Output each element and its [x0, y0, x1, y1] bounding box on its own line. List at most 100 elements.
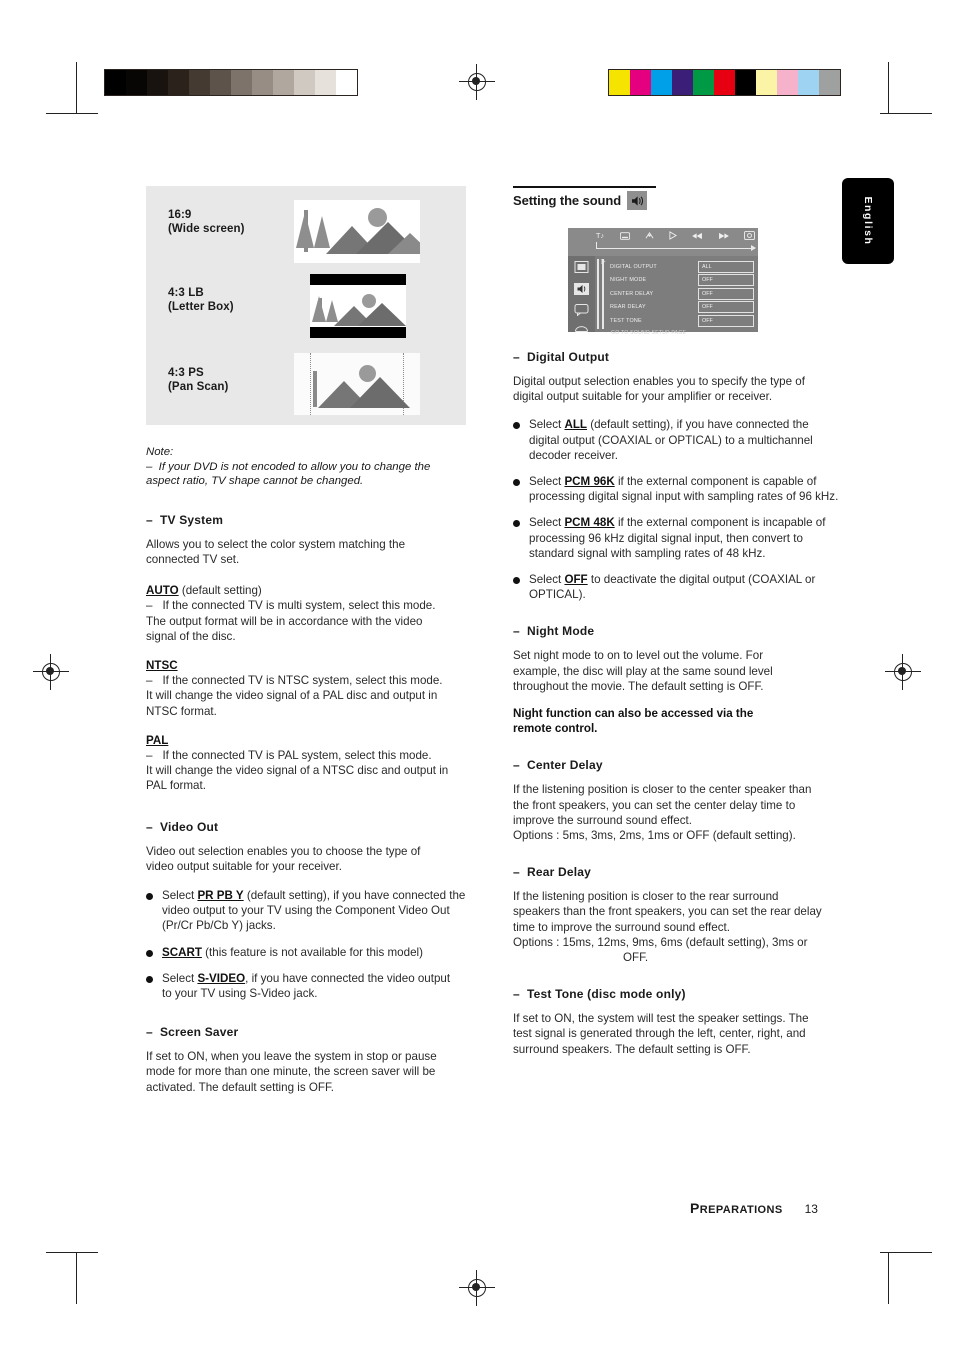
osd-row-digital-output[interactable]: DIGITAL OUTPUT ALL	[610, 260, 754, 273]
osd-footer-hint[interactable]: GO TO SOUND SETUP PAGE	[610, 330, 754, 336]
option-auto: AUTO (default setting) – If the connected…	[146, 584, 436, 643]
osd-row-rear-delay[interactable]: REAR DELAY OFF	[610, 301, 754, 314]
term-pr-pb-y: PR PB Y	[197, 889, 244, 903]
color-swatch	[798, 70, 819, 95]
crop-mark-tr-v	[888, 62, 889, 114]
subtitle-icon	[620, 231, 630, 240]
osd-top-icon-bar: T♪	[568, 228, 758, 256]
osd-sound-menu: T♪ DIGITAL OUTPUT ALL NIGHT MODE OFF CEN…	[568, 228, 758, 336]
crop-mark-br-v	[888, 1252, 889, 1304]
heading-rear-delay: – Rear Delay	[513, 865, 591, 880]
svg-text:T♪: T♪	[596, 231, 604, 240]
heading-test-tone: – Test Tone (disc mode only)	[513, 987, 686, 1002]
footer-section-name: PREPARATIONS	[690, 1200, 783, 1216]
grayscale-swatch	[252, 70, 273, 95]
osd-sidebar	[568, 256, 595, 332]
figure-label-letterbox: 4:3 LB (Letter Box)	[168, 287, 234, 313]
scene-16-9	[294, 200, 420, 263]
grayscale-swatch	[315, 70, 336, 95]
heading-digital-output: – Digital Output	[513, 350, 610, 364]
term-scart: SCART	[162, 945, 202, 959]
bullet-dot-icon	[513, 422, 520, 430]
mountain-2	[350, 377, 410, 408]
mountain-3	[388, 233, 420, 254]
color-calibration-bar	[608, 69, 841, 96]
heading-setting-the-sound: Setting the sound	[513, 193, 622, 208]
color-swatch	[609, 70, 630, 95]
heading-video-out: – Video Out	[146, 819, 219, 834]
osd-divider-1	[597, 259, 599, 329]
grayscale-calibration-bar	[104, 69, 358, 96]
grayscale-swatch	[189, 70, 210, 95]
option-auto-term: AUTO	[146, 584, 179, 598]
letterbox-bar-top	[310, 274, 406, 285]
crop-mark-bl-h	[46, 1252, 98, 1253]
digital-output-bullet-pcm48k: Select PCM 48K if the external component…	[513, 515, 843, 561]
center-delay-text: If the listening position is closer to t…	[513, 783, 812, 843]
osd-row-test-tone[interactable]: TEST TONE OFF	[610, 314, 754, 327]
section-screen-saver: – Screen Saver If set to ON, when you le…	[146, 1025, 466, 1095]
crop-mark-tr-h	[880, 113, 932, 114]
language-setup-icon	[574, 304, 589, 316]
osd-value-center-delay[interactable]: OFF	[698, 287, 754, 300]
crop-mark-tl-v	[76, 62, 77, 114]
osd-value-test-tone[interactable]: OFF	[698, 314, 754, 327]
term-pcm-96k: PCM 96K	[564, 475, 615, 489]
header-rule	[513, 186, 656, 188]
osd-value-rear-delay[interactable]: OFF	[698, 301, 754, 314]
language-side-tab: English	[842, 178, 894, 264]
crop-mark-tl-h	[46, 113, 98, 114]
osd-row-night-mode[interactable]: NIGHT MODE OFF	[610, 274, 754, 287]
video-setup-icon	[574, 261, 589, 273]
digital-output-intro: Digital output selection enables you to …	[513, 375, 805, 404]
grayscale-swatch	[105, 70, 126, 95]
osd-row-center-delay[interactable]: CENTER DELAY OFF	[610, 287, 754, 300]
bullet-dot-icon	[513, 577, 520, 585]
grayscale-swatch	[273, 70, 294, 95]
term-s-video: S-VIDEO	[197, 971, 246, 985]
left-column: 16:9 (Wide screen) 4:3 LB (Letter Box) 4…	[146, 186, 466, 1095]
registration-mark-left	[33, 654, 69, 690]
registration-mark-bottom	[459, 1270, 495, 1306]
osd-selection-line	[596, 242, 756, 251]
scene-4-3-ps	[294, 353, 420, 415]
note-line-2: aspect ratio, TV shape cannot be changed…	[146, 475, 364, 488]
digital-output-bullet-off: Select OFF to deactivate the digital out…	[513, 572, 843, 602]
grayscale-swatch	[147, 70, 168, 95]
mountain-2	[358, 303, 406, 326]
grayscale-swatch	[210, 70, 231, 95]
previous-icon	[692, 232, 702, 239]
option-ntsc: NTSC – If the connected TV is NTSC system…	[146, 659, 443, 718]
video-out-bullet-scart: SCART (this feature is not available for…	[146, 945, 466, 960]
language-side-tab-label: English	[862, 196, 874, 246]
heading-screen-saver: – Screen Saver	[146, 1025, 239, 1040]
term-off: OFF	[564, 573, 588, 587]
registration-mark-top	[459, 64, 495, 100]
section-tv-system: – TV System Allows you to select the col…	[146, 513, 466, 794]
crop-mark-bl-v	[76, 1252, 77, 1304]
footer-page-number: 13	[804, 1202, 818, 1216]
bullet-dot-icon	[146, 893, 153, 901]
tree-crown	[296, 212, 314, 248]
section-test-tone: – Test Tone (disc mode only) If set to O…	[513, 987, 843, 1057]
sound-setup-icon	[574, 283, 589, 295]
crop-mark-br-h	[880, 1252, 932, 1253]
osd-sidebar-caret-icon: ▷	[601, 259, 606, 265]
tree-shape	[313, 371, 317, 407]
angle-icon	[645, 231, 654, 239]
color-swatch	[777, 70, 798, 95]
digital-output-bullet-all: Select ALL (default setting), if you hav…	[513, 417, 843, 463]
night-mode-text: Set night mode to on to level out the vo…	[513, 649, 773, 693]
tv-system-intro: Allows you to select the color system ma…	[146, 537, 406, 566]
test-tone-text: If set to ON, the system will test the s…	[513, 1012, 809, 1056]
option-ntsc-term: NTSC	[146, 659, 178, 672]
setting-the-sound-header: Setting the sound	[513, 186, 656, 210]
bullet-dot-icon	[146, 949, 153, 957]
grayscale-swatch	[126, 70, 147, 95]
osd-value-digital-output[interactable]: ALL	[698, 260, 754, 273]
preference-setup-icon	[575, 326, 588, 332]
osd-value-night-mode[interactable]: OFF	[698, 274, 754, 287]
page-footer: PREPARATIONS 13	[690, 1200, 818, 1216]
option-pal: PAL – If the connected TV is PAL system, …	[146, 733, 449, 793]
color-swatch	[714, 70, 735, 95]
